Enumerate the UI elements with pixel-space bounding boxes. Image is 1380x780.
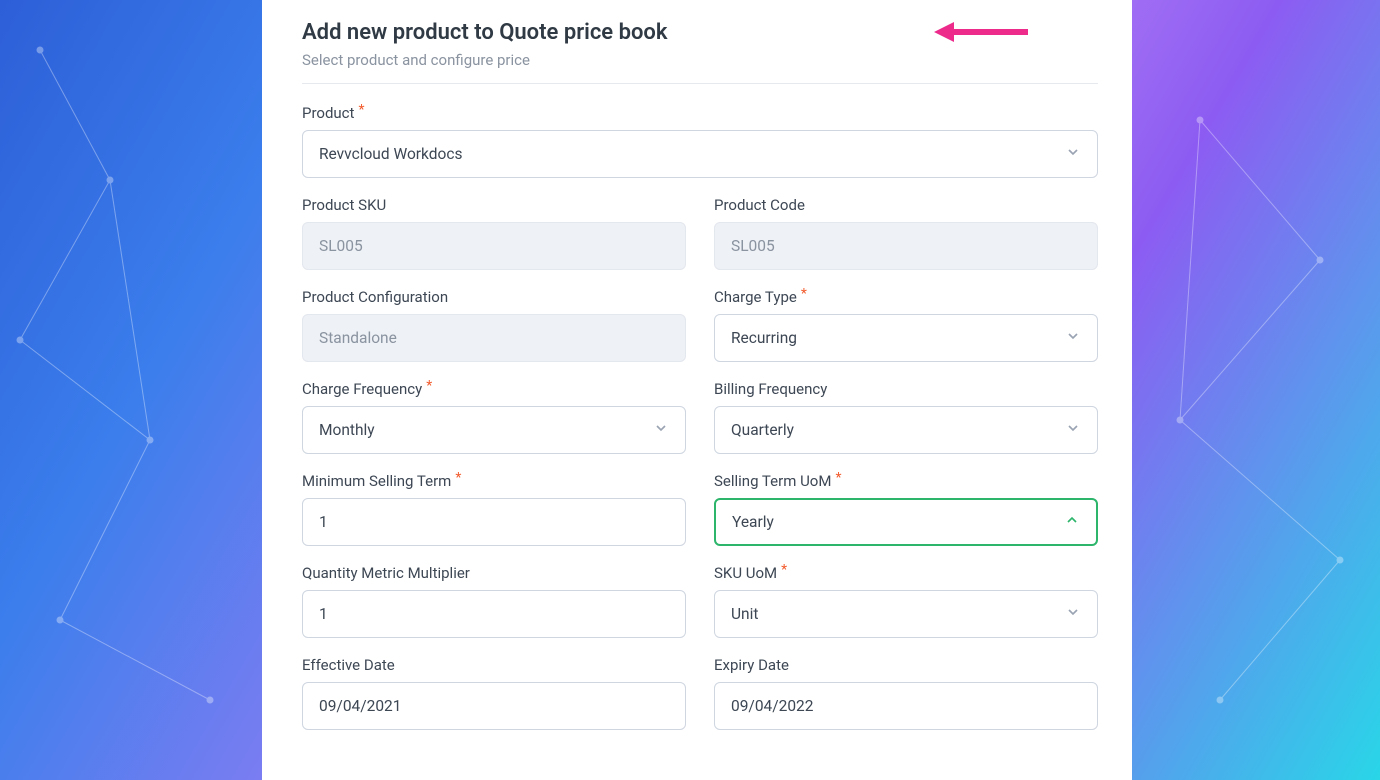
product-code-field: SL005 — [714, 222, 1098, 270]
selling-term-uom-label: Selling Term UoM* — [714, 472, 1098, 490]
product-config-label: Product Configuration — [302, 288, 686, 306]
expiry-date-input[interactable]: 09/04/2022 — [714, 682, 1098, 730]
chevron-down-icon — [1065, 420, 1081, 440]
sku-uom-select[interactable]: Unit — [714, 590, 1098, 638]
product-sku-label: Product SKU — [302, 196, 686, 214]
selling-term-uom-select[interactable]: Yearly — [714, 498, 1098, 546]
charge-type-value: Recurring — [731, 329, 1065, 347]
billing-frequency-value: Quarterly — [731, 421, 1065, 439]
charge-frequency-select[interactable]: Monthly — [302, 406, 686, 454]
effective-date-value: 09/04/2021 — [319, 697, 669, 715]
chevron-down-icon — [1065, 144, 1081, 164]
required-marker: * — [781, 562, 787, 578]
min-selling-term-value: 1 — [319, 513, 669, 531]
sku-uom-value: Unit — [731, 605, 1065, 623]
charge-frequency-label: Charge Frequency* — [302, 380, 686, 398]
product-select[interactable]: Revvcloud Workdocs — [302, 130, 1098, 178]
charge-frequency-value: Monthly — [319, 421, 653, 439]
required-marker: * — [426, 378, 432, 394]
chevron-down-icon — [653, 420, 669, 440]
product-code-value: SL005 — [731, 237, 1081, 255]
product-sku-value: SL005 — [319, 237, 669, 255]
chevron-up-icon — [1064, 512, 1080, 532]
sku-uom-label: SKU UoM* — [714, 564, 1098, 582]
chevron-down-icon — [1065, 604, 1081, 624]
effective-date-label: Effective Date — [302, 656, 686, 674]
billing-frequency-select[interactable]: Quarterly — [714, 406, 1098, 454]
charge-type-select[interactable]: Recurring — [714, 314, 1098, 362]
selling-term-uom-value: Yearly — [732, 513, 1064, 531]
form: Product* Revvcloud Workdocs Product SKU … — [302, 104, 1098, 730]
form-panel: Add new product to Quote price book Sele… — [262, 0, 1132, 780]
expiry-date-value: 09/04/2022 — [731, 697, 1081, 715]
page-subtitle: Select product and configure price — [302, 51, 1098, 69]
charge-type-label: Charge Type* — [714, 288, 1098, 306]
effective-date-input[interactable]: 09/04/2021 — [302, 682, 686, 730]
qty-multiplier-value: 1 — [319, 605, 669, 623]
product-config-field: Standalone — [302, 314, 686, 362]
required-marker: * — [455, 470, 461, 486]
chevron-down-icon — [1065, 328, 1081, 348]
expiry-date-label: Expiry Date — [714, 656, 1098, 674]
min-selling-term-input[interactable]: 1 — [302, 498, 686, 546]
product-sku-field: SL005 — [302, 222, 686, 270]
required-marker: * — [835, 470, 841, 486]
required-marker: * — [358, 102, 364, 118]
background: Add new product to Quote price book Sele… — [0, 0, 1380, 780]
product-value: Revvcloud Workdocs — [319, 145, 1065, 163]
qty-multiplier-input[interactable]: 1 — [302, 590, 686, 638]
billing-frequency-label: Billing Frequency — [714, 380, 1098, 398]
callout-arrow — [932, 20, 1032, 44]
min-selling-term-label: Minimum Selling Term* — [302, 472, 686, 490]
required-marker: * — [801, 286, 807, 302]
divider — [302, 83, 1098, 84]
product-label: Product* — [302, 104, 1098, 122]
qty-multiplier-label: Quantity Metric Multiplier — [302, 564, 686, 582]
product-config-value: Standalone — [319, 329, 669, 347]
product-code-label: Product Code — [714, 196, 1098, 214]
